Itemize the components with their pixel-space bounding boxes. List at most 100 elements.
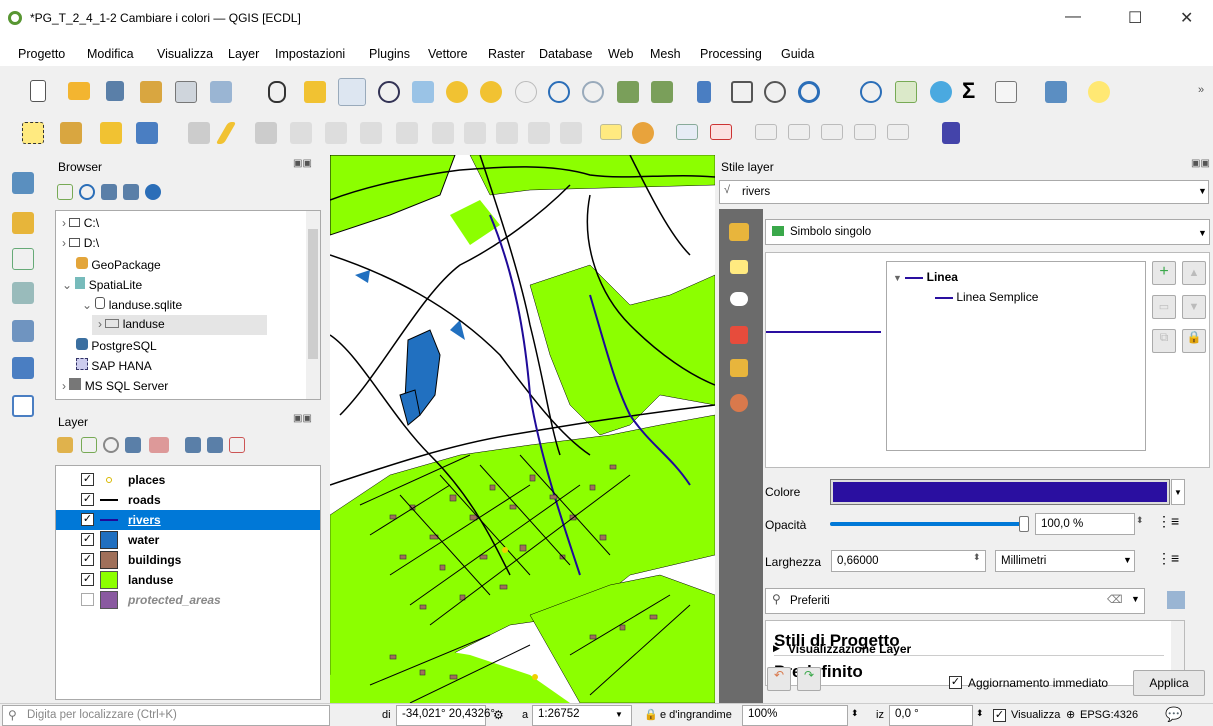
refresh-icon[interactable] [798,81,820,103]
zoom-to-layer-icon[interactable] [480,81,502,103]
layer-row-rivers[interactable]: ✓ rivers [56,510,320,530]
layer-row-protected-areas[interactable]: protected_areas [56,590,324,610]
expand-all-icon[interactable] [185,437,201,453]
remove-layer-icon[interactable] [229,437,245,453]
select-features-icon[interactable] [22,122,44,144]
live-update-checkbox[interactable]: ✓ [949,676,962,689]
lock-color-button[interactable]: 🔒 [1182,329,1206,353]
spinbox-arrows-icon[interactable]: ⬍ [976,708,984,719]
zoom-last-icon[interactable] [548,81,570,103]
layer-rendering-section[interactable]: Visualizzazione Layer [788,642,911,656]
zoom-to-selection-icon[interactable] [446,81,468,103]
labels-tab-icon[interactable] [730,260,748,274]
redo-icon[interactable] [560,122,582,144]
style-manager-icon[interactable] [210,81,232,103]
layer-checkbox[interactable]: ✓ [81,573,94,586]
opacity-slider-handle[interactable] [1019,516,1029,532]
add-symbol-layer-button[interactable]: + [1152,261,1176,285]
temporal-controller-icon[interactable] [764,81,786,103]
messages-icon[interactable]: 💬 [1165,706,1182,723]
zoom-next-icon[interactable] [582,81,604,103]
browser-item-sap-hana[interactable]: SAP HANA [76,358,152,373]
close-button[interactable]: ✕ [1180,8,1193,28]
rotation-field[interactable]: 0,0 ° [889,705,973,726]
menu-modifica[interactable]: Modifica [87,47,134,61]
crs-label[interactable]: EPSG:4326 [1080,709,1138,721]
spinbox-arrows-icon[interactable]: ⬍ [851,708,859,719]
magnifier-field[interactable]: 100% [742,705,848,726]
menu-impostazioni[interactable]: Impostazioni [275,47,345,61]
identify-icon[interactable] [860,81,882,103]
clear-search-icon[interactable]: ⌫ [1107,593,1123,606]
rotate-label-icon[interactable] [821,124,843,140]
menu-processing[interactable]: Processing [700,47,762,61]
menu-raster[interactable]: Raster [488,47,525,61]
refresh-browser-icon[interactable] [79,184,95,200]
layer-checkbox[interactable]: ✓ [81,493,94,506]
layer-labeling-icon[interactable] [600,124,622,140]
open-project-icon[interactable] [68,82,90,100]
symbology-tab-icon[interactable] [729,223,749,241]
menu-web[interactable]: Web [608,47,633,61]
unit-select[interactable]: Millimetri [995,550,1135,572]
new-project-icon[interactable] [30,80,46,102]
collapse-all-layers-icon[interactable] [207,437,223,453]
coordinate-field[interactable]: -34,021° 20,4326° [396,705,495,726]
layer-row-places[interactable]: ✓ places [56,470,324,490]
add-wms-icon[interactable] [12,320,34,342]
move-down-button[interactable]: ▼ [1182,295,1206,319]
maximize-button[interactable]: ☐ [1128,8,1142,28]
panel-float-icon[interactable]: ▣▣ [293,413,312,424]
highlight-pinned-labels-icon[interactable] [676,124,698,140]
menu-layer[interactable]: Layer [228,47,259,61]
symbol-search-input[interactable]: Preferiti [765,588,1145,614]
menu-guida[interactable]: Guida [781,47,814,61]
save-edits-icon[interactable] [255,122,277,144]
symbol-tree-child[interactable]: Linea Semplice [935,290,1038,304]
new-3d-map-icon[interactable] [651,81,673,103]
processing-toolbox-icon[interactable] [930,81,952,103]
toggle-editing-icon[interactable] [215,122,237,144]
width-field[interactable]: 0,66000 [831,550,986,572]
browser-item-ms-sql[interactable]: › MS SQL Server [62,378,168,393]
show-hide-labels-icon[interactable] [755,124,777,140]
current-edits-icon[interactable] [188,122,210,144]
browser-scrollbar[interactable] [306,211,320,399]
locator-input[interactable]: Digita per localizzare (Ctrl+K) [2,705,330,726]
filter-expression-icon[interactable] [149,437,169,453]
properties-icon[interactable] [145,184,161,200]
collapse-all-icon[interactable] [123,184,139,200]
manage-map-themes-icon[interactable] [103,437,119,453]
delete-selected-icon[interactable] [396,122,418,144]
panel-float-icon[interactable]: ▣▣ [1191,158,1210,169]
pan-to-selection-icon[interactable] [304,81,326,103]
pan-icon[interactable] [268,81,286,103]
map-tips-icon[interactable] [1045,81,1067,103]
color-dropdown[interactable]: ▼ [1171,479,1185,505]
add-selected-layers-icon[interactable] [57,184,73,200]
toggle-extents-icon[interactable]: ⚙ [493,708,504,722]
add-vector-layer-icon[interactable] [12,172,34,194]
menu-plugins[interactable]: Plugins [369,47,410,61]
help-icon[interactable] [942,122,960,144]
paste-features-icon[interactable] [496,122,518,144]
spinbox-arrows-icon[interactable]: ⬍ [1136,515,1144,526]
diagrams-tab-icon[interactable] [730,359,748,377]
save-project-icon[interactable] [106,81,124,101]
minimize-button[interactable]: — [1065,8,1081,26]
undo-style-button[interactable]: ↶ [767,667,791,691]
change-label-icon[interactable] [854,124,876,140]
pin-labels-icon[interactable] [710,124,732,140]
zoom-native-icon[interactable] [515,81,537,103]
3d-view-tab-icon[interactable] [730,326,748,344]
new-map-view-icon[interactable] [617,81,639,103]
map-canvas[interactable] [330,155,715,703]
annotation-icon[interactable] [1088,81,1110,103]
add-wfs-icon[interactable] [12,357,34,379]
select-by-value-icon[interactable] [60,122,82,144]
layer-styling-icon[interactable] [57,437,73,453]
layer-row-landuse[interactable]: ✓ landuse [56,570,324,590]
layer-row-roads[interactable]: ✓ roads [56,490,324,510]
opacity-field[interactable]: 100,0 % [1035,513,1135,535]
browser-item-geopackage[interactable]: GeoPackage [76,257,161,272]
